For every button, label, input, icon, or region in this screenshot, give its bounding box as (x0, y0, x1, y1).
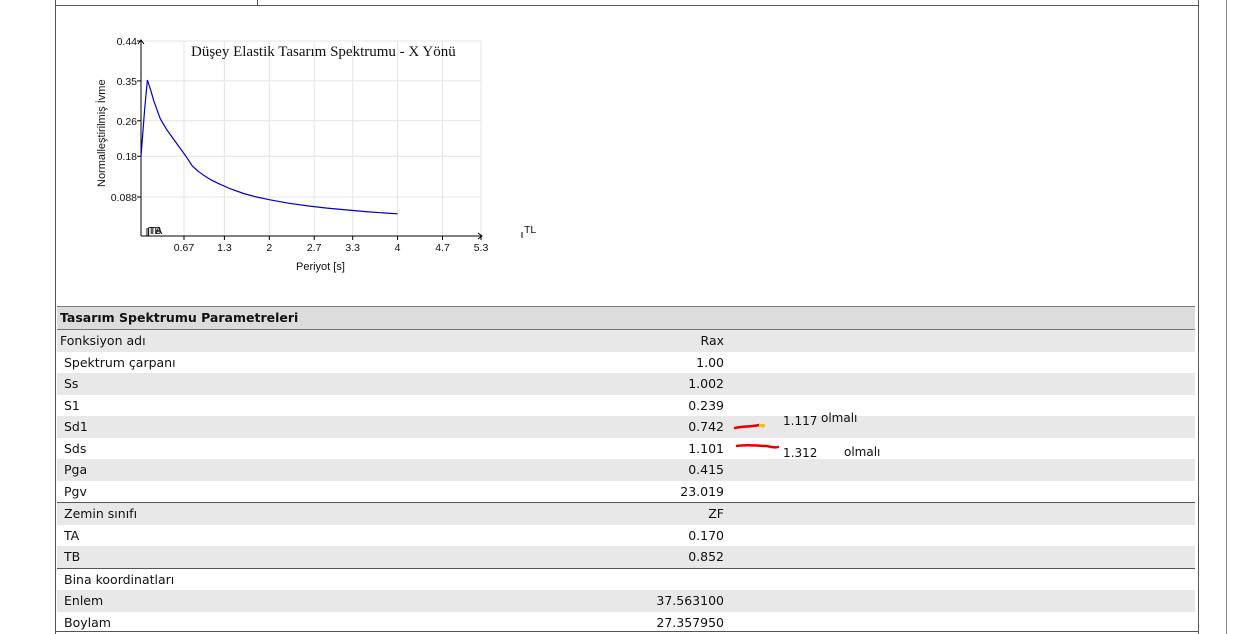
period-marker-label: TL (524, 224, 536, 236)
row-label: TA (64, 527, 80, 543)
row-label: TB (64, 549, 81, 564)
row-label: Ss (64, 376, 79, 391)
row-label: Zemin sınıfı (64, 506, 138, 521)
row-label: Pga (64, 462, 88, 477)
row-label: Spektrum çarpanı (64, 354, 176, 370)
spectrum-parameters-table: Tasarım Spektrumu Parametreleri Fonksiyo… (57, 306, 1195, 633)
spectrum-chart: Düşey Elastik Tasarım Spektrumu - X Yönü… (95, 36, 536, 273)
sd1-correct-value: 1.117 (783, 414, 818, 428)
table-row: Boylam 27.357950 (57, 612, 1195, 634)
x-tick-label: 2 (266, 242, 272, 254)
x-tick-label: 0.67 (174, 242, 195, 254)
red-pen-mark-sd1 (733, 423, 765, 430)
row-label: Enlem (64, 593, 104, 608)
table-row: Pgv 23.019 (57, 481, 1195, 503)
x-tick-label: 4.7 (435, 242, 450, 254)
sds-note: olmalı (844, 445, 881, 459)
row-value: 1.00 (696, 354, 724, 370)
sd1-note: olmalı (821, 411, 858, 425)
y-tick-label: 0.088 (111, 192, 137, 204)
table-row: Fonksiyon adı Rax (57, 330, 1195, 352)
y-tick-label: 0.18 (117, 151, 138, 163)
table-row: Zemin sınıfı ZF (57, 502, 1195, 525)
row-label: Fonksiyon adı (60, 333, 146, 348)
row-value: 23.019 (680, 483, 724, 499)
table-header: Tasarım Spektrumu Parametreleri (57, 307, 1195, 330)
row-value: 1.002 (688, 376, 724, 391)
table-row: Spektrum çarpanı 1.00 (57, 352, 1195, 374)
table-row: Pga 0.415 (57, 459, 1195, 481)
row-label: Bina koordinatları (64, 571, 175, 587)
row-label: Sds (64, 440, 87, 456)
row-value: 0.415 (688, 462, 724, 477)
table-row: Ss 1.002 (57, 373, 1195, 395)
table-row: Sds 1.101 (57, 438, 1195, 460)
x-tick-label: 1.3 (217, 242, 232, 254)
sds-correct-value: 1.312 (783, 446, 818, 460)
row-value: ZF (708, 506, 724, 521)
table-row: TB 0.852 (57, 546, 1195, 568)
red-pen-mark-sds (735, 443, 780, 449)
row-value: Rax (700, 333, 724, 348)
frame-left-border (55, 0, 56, 634)
row-label: Boylam (64, 614, 111, 630)
table-title: Tasarım Spektrumu Parametreleri (60, 310, 299, 325)
frame-top-border (55, 5, 1199, 6)
table-row: Sd1 0.742 (57, 416, 1195, 438)
y-tick-label: 0.26 (117, 116, 138, 128)
chart-ticks: 0.67 1.3 2 2.7 3.3 4 4.7 5.3 0.088 0.18 0.26 0.35 0.… (111, 36, 489, 254)
chart-title: Düşey Elastik Tasarım Spektrumu - X Yönü (191, 44, 456, 60)
frame-right-border (1198, 0, 1199, 634)
x-axis-label: Periyot [s] (296, 261, 345, 273)
table-row: Bina koordinatları (57, 567, 1195, 591)
row-value: 27.357950 (656, 614, 724, 630)
x-tick-label: 5.3 (474, 242, 489, 254)
x-tick-label: 2.7 (307, 242, 322, 254)
table-row: S1 0.239 (57, 395, 1195, 417)
table-row: Enlem 37.563100 (57, 590, 1195, 612)
row-value: 37.563100 (656, 593, 724, 608)
row-value: 0.239 (688, 397, 724, 413)
y-axis-label: Normalleştirilmiş İvme (95, 79, 108, 187)
y-tick-label: 0.44 (117, 36, 138, 48)
period-marker-label: TA (150, 225, 163, 237)
y-tick-label: 0.35 (117, 76, 138, 88)
x-tick-label: 4 (395, 242, 401, 254)
x-tick-label: 3.3 (345, 242, 360, 254)
row-value: 0.170 (688, 527, 724, 543)
row-value: 0.742 (688, 419, 724, 434)
table-row: TA 0.170 (57, 525, 1195, 547)
row-label: Pgv (64, 483, 87, 499)
row-label: S1 (64, 397, 80, 413)
row-label: Sd1 (64, 419, 88, 434)
row-value: 0.852 (688, 549, 724, 564)
right-scroll-edge[interactable] (1226, 0, 1227, 634)
row-value: 1.101 (688, 440, 724, 456)
